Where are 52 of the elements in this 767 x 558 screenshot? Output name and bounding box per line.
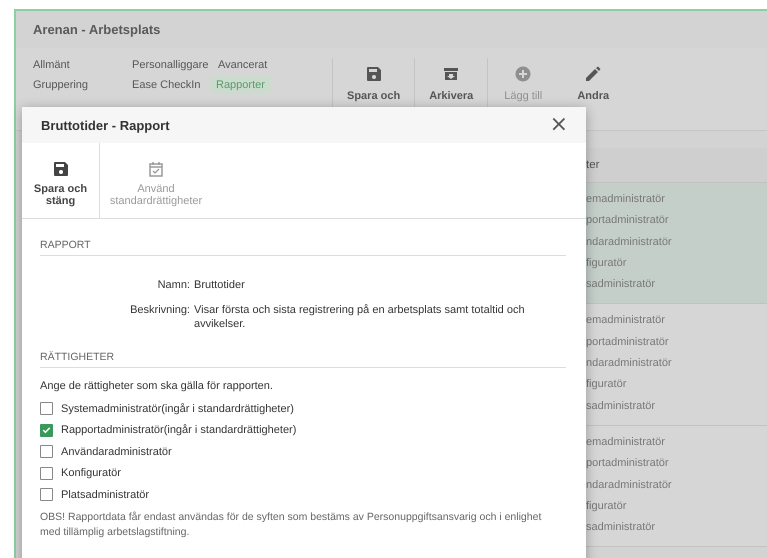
nav-link[interactable]: Gruppering (31, 76, 90, 94)
toolbar-button[interactable]: Spara och stäng (22, 143, 100, 218)
checkbox[interactable] (40, 488, 53, 502)
role-text: portadministratör (586, 334, 670, 350)
role-text: figuratör (586, 256, 628, 271)
checkbox-label: Systemadministratör(ingår i standardrättigheter) (61, 402, 294, 415)
role-text: sadministratör (586, 277, 656, 292)
role-text: sadministratör (586, 520, 656, 536)
role-text: emadministratör (586, 434, 666, 450)
role-text: emadministratör (586, 192, 666, 207)
archive-icon (443, 66, 460, 82)
checkbox[interactable] (40, 466, 53, 480)
field-value: Bruttotider (194, 278, 246, 292)
instruction-text: Ange de rättigheter som ska gälla för rapporten. (40, 380, 274, 392)
checkbox-label: Användaradministratör (61, 446, 172, 458)
dialog-title: Bruttotider - Rapport (41, 118, 170, 132)
list-row[interactable]: emadministratör portadministratör ndaradministratör figuratör sadministratör (586, 183, 767, 304)
pencil-icon (585, 66, 602, 82)
section-heading: RÄTTIGHETER (40, 351, 566, 368)
field-value: Visar första och sista registrering på en arbetsplats samt totaltid och avvikelser. (194, 303, 526, 331)
calendar-check-icon (148, 161, 164, 177)
save-icon (366, 66, 382, 82)
nav-link[interactable]: Avancerat (216, 56, 270, 74)
checkbox-label: Konfiguratör (61, 467, 121, 480)
role-text: emadministratör (586, 313, 666, 328)
field-label: Beskrivning: (129, 303, 190, 318)
role-text: portadministratör (586, 456, 670, 472)
checkbox[interactable] (40, 402, 53, 416)
checkbox[interactable] (40, 424, 53, 437)
checkbox[interactable] (40, 445, 53, 458)
note-text: OBS! Rapportdata får endast användas för de syften som bestäms av Personuppgiftsansvarig och i enlighet med tillämplig arbetslagstiftning. (40, 510, 542, 540)
nav-link[interactable]: Personalliggare (130, 56, 210, 74)
role-text: portadministratör (586, 213, 670, 228)
role-text: ndaradministratör (586, 356, 673, 372)
checkbox-label: Rapportadministratör(ingår i standardrättigheter) (61, 424, 296, 436)
nav-link[interactable]: Allmänt (31, 56, 72, 74)
role-text: ndaradministratör (586, 234, 673, 250)
toolbar-button[interactable]: Spara och (333, 58, 414, 110)
save-icon (52, 161, 68, 177)
role-text: ndaradministratör (586, 478, 673, 493)
nav-link[interactable]: Ease CheckIn (130, 76, 202, 94)
toolbar-button[interactable]: Arkivera (415, 58, 488, 110)
add-icon (515, 66, 532, 82)
section-heading: RAPPORT (40, 239, 566, 256)
role-text: figuratör (586, 377, 628, 392)
field-label: Namn: (156, 278, 190, 292)
toolbar-button[interactable]: Andra (558, 58, 628, 110)
role-text: figuratör (586, 498, 628, 514)
column-header: ter (586, 148, 767, 183)
checkbox-label: Platsadministratör (61, 488, 150, 501)
close-button[interactable]: × (546, 114, 572, 136)
role-text: sadministratör (586, 398, 656, 414)
